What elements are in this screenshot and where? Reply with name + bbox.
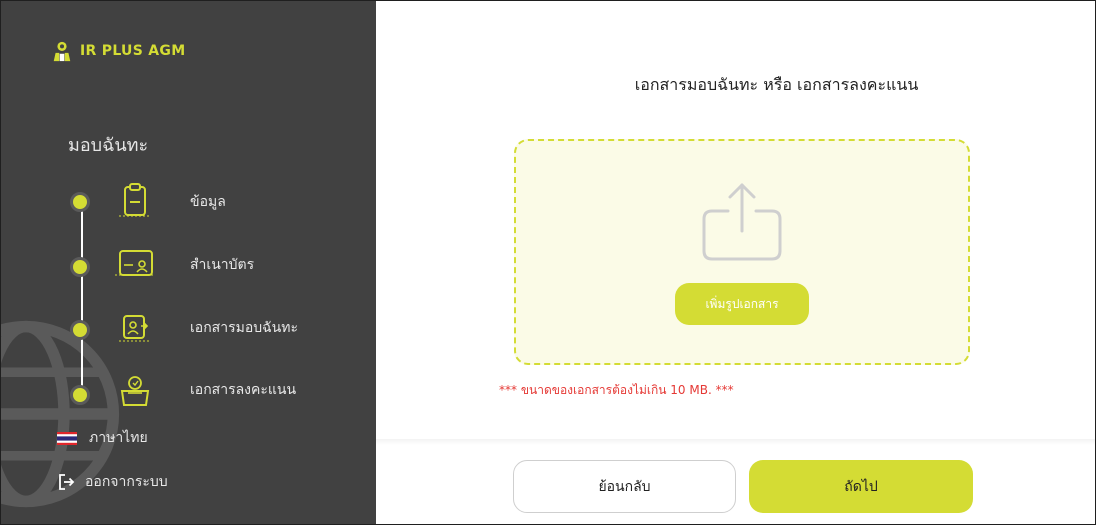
brand-name: IR PLUS AGM [80, 43, 186, 59]
upload-dropzone[interactable]: เพิ่มรูปเอกสาร [514, 139, 970, 365]
logout-icon [59, 474, 75, 490]
language-switch[interactable]: ภาษาไทย [57, 427, 148, 449]
brand-logo-icon [53, 41, 71, 62]
id-card-icon [115, 250, 155, 276]
file-size-note: *** ขนาดของเอกสารต้องไม่เกิน 10 MB. *** [499, 383, 734, 397]
step-proxy-document[interactable]: เอกสารมอบฉันทะ [1, 308, 376, 348]
step-label: เอกสารมอบฉันทะ [190, 320, 298, 336]
app-frame: IR PLUS AGM มอบฉันทะ ข้อมูล สำเนาบัตร เอ… [0, 0, 1096, 525]
upload-icon[interactable] [700, 181, 784, 263]
step-dot [70, 192, 90, 212]
step-info[interactable]: ข้อมูล [1, 182, 376, 222]
next-button[interactable]: ถัดไป [749, 460, 973, 513]
step-ballot[interactable]: เอกสารลงคะแนน [1, 371, 376, 411]
step-dot [70, 257, 90, 277]
clipboard-icon [119, 183, 151, 217]
back-button[interactable]: ย้อนกลับ [513, 460, 736, 513]
timeline-line [81, 201, 83, 396]
step-id-card[interactable]: สำเนาบัตร [1, 245, 376, 285]
page-title: เอกสารมอบฉันทะ หรือ เอกสารลงคะแนน [634, 75, 919, 94]
thai-flag-icon [57, 431, 77, 445]
sidebar: IR PLUS AGM มอบฉันทะ ข้อมูล สำเนาบัตร เอ… [1, 1, 376, 524]
brand[interactable]: IR PLUS AGM [51, 39, 185, 63]
proxy-document-icon [119, 315, 151, 342]
step-label: เอกสารลงคะแนน [190, 382, 297, 398]
language-label: ภาษาไทย [89, 430, 148, 446]
section-title: มอบฉันทะ [68, 135, 149, 156]
footer-bar: ย้อนกลับ ถัดไป [376, 439, 1095, 524]
add-document-button[interactable]: เพิ่มรูปเอกสาร [675, 283, 809, 325]
step-label: สำเนาบัตร [190, 257, 255, 273]
step-dot [70, 320, 90, 340]
logout-button[interactable]: ออกจากระบบ [57, 471, 168, 493]
step-label: ข้อมูล [190, 194, 226, 210]
step-dot [70, 385, 90, 405]
ballot-box-icon [120, 376, 150, 406]
main-panel: เอกสารมอบฉันทะ หรือ เอกสารลงคะแนน เพิ่มร… [376, 1, 1095, 524]
logout-label: ออกจากระบบ [85, 474, 168, 490]
